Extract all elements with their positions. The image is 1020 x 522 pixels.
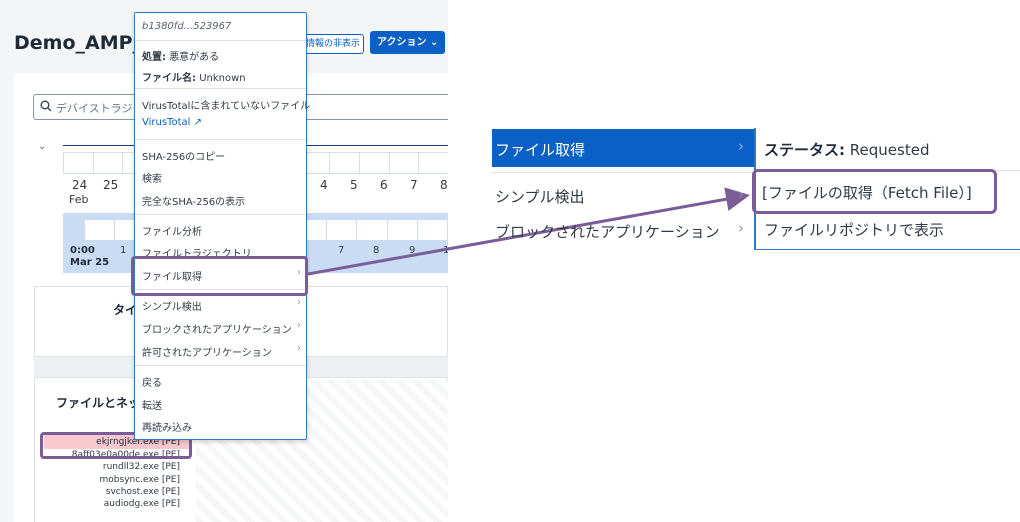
show-in-repository-link[interactable]: ファイルリポジトリで表示 — [764, 219, 944, 240]
search-icon — [40, 100, 52, 112]
date-label: 25 — [103, 178, 119, 192]
menu-item-forward[interactable]: 転送 — [142, 397, 162, 412]
disposition-label: 処置: — [142, 52, 166, 63]
time-start-date: Mar 25 — [70, 257, 110, 268]
file-fetch-callout-outline — [131, 256, 308, 296]
file-row[interactable]: audiodg.exe [PE] — [104, 499, 180, 509]
hour-label: 1 — [443, 245, 448, 256]
virustotal-link[interactable]: VirusTotal ↗ — [142, 117, 202, 128]
search-placeholder: デバイストラジ — [56, 102, 133, 115]
menu-item-show-sha256[interactable]: 完全なSHA-256の表示 — [142, 193, 245, 208]
date-label: 7 — [410, 178, 418, 192]
filename-value: Unknown — [199, 73, 246, 84]
hour-label: 1 — [120, 245, 127, 256]
date-label: 4 — [320, 178, 328, 192]
menu-separator — [135, 88, 306, 89]
zoomed-file-fetch-label: ファイル取得 — [495, 141, 586, 159]
filename-label: ファイル名: — [142, 73, 196, 84]
month-label: Feb — [69, 193, 89, 206]
fetch-status: ステータス: Requested — [764, 139, 929, 160]
files-network-title: ファイルとネッ — [56, 396, 141, 410]
chevron-right-icon: › — [297, 320, 301, 331]
chevron-right-icon: › — [738, 219, 744, 237]
disposition-value: 悪意がある — [169, 52, 220, 63]
chevron-right-icon: › — [738, 137, 744, 155]
menu-item-copy-sha256[interactable]: SHA-256のコピー — [142, 148, 225, 163]
zoomed-menu-item-simple-detection[interactable]: シンプル検出 — [495, 186, 585, 207]
date-label: 5 — [350, 178, 358, 192]
hide-info-button[interactable]: 情報の非表示 — [300, 34, 364, 54]
virustotal-link-label[interactable]: VirusTotal — [142, 117, 190, 128]
hour-label: 9 — [409, 245, 416, 256]
page-title: Demo_AMP_ — [14, 32, 143, 54]
menu-separator — [492, 172, 754, 173]
hour-label: 7 — [338, 245, 345, 256]
filename-row: ファイル名: Unknown — [142, 69, 246, 84]
chevron-right-icon: › — [297, 297, 301, 308]
time-start-label: 0:00 Mar 25 — [70, 245, 109, 269]
menu-item-blocked-apps[interactable]: ブロックされたアプリケーション — [142, 321, 292, 336]
chevron-right-icon: › — [297, 343, 301, 354]
context-menu: b1380fd...523967 処置: 悪意がある ファイル名: Unknow… — [134, 12, 311, 440]
fetch-status-value: Requested — [849, 141, 930, 159]
file-row[interactable]: mobsync.exe [PE] — [100, 475, 180, 485]
menu-item-allowed-apps[interactable]: 許可されたアプリケーション — [142, 344, 272, 359]
external-link-icon: ↗ — [193, 117, 202, 128]
hour-label: 8 — [373, 245, 380, 256]
menu-item-simple-detection[interactable]: シンプル検出 — [142, 298, 202, 313]
file-row[interactable]: svchost.exe [PE] — [106, 487, 180, 497]
time-start-hour: 0:00 — [70, 245, 95, 256]
hash-label: b1380fd...523967 — [142, 21, 232, 32]
date-label: 6 — [380, 178, 388, 192]
zoomed-menu-item-blocked-apps[interactable]: ブロックされたアプリケーション — [495, 221, 720, 242]
menu-item-back[interactable]: 戻る — [142, 374, 162, 389]
menu-item-file-analysis[interactable]: ファイル分析 — [142, 223, 202, 238]
date-label: 24 — [72, 178, 88, 192]
chevron-down-icon[interactable]: ⌄ — [38, 141, 46, 152]
menu-separator — [135, 365, 306, 366]
chevron-right-icon: › — [738, 185, 744, 203]
fetch-file-callout-outline — [752, 169, 997, 214]
file-row[interactable]: rundll32.exe [PE] — [103, 462, 180, 472]
virustotal-note: VirusTotalに含まれていないファイル — [142, 101, 311, 112]
disposition-row: 処置: 悪意がある — [142, 48, 219, 63]
menu-separator — [135, 214, 306, 215]
menu-separator — [135, 139, 306, 140]
menu-item-search[interactable]: 検索 — [142, 170, 162, 185]
date-label: 8 — [440, 178, 448, 192]
menu-separator — [135, 40, 306, 41]
menu-item-reload[interactable]: 再読み込み — [142, 419, 192, 434]
fetch-status-label: ステータス: — [764, 141, 845, 159]
actions-button[interactable]: アクション ⌄ — [370, 31, 446, 54]
